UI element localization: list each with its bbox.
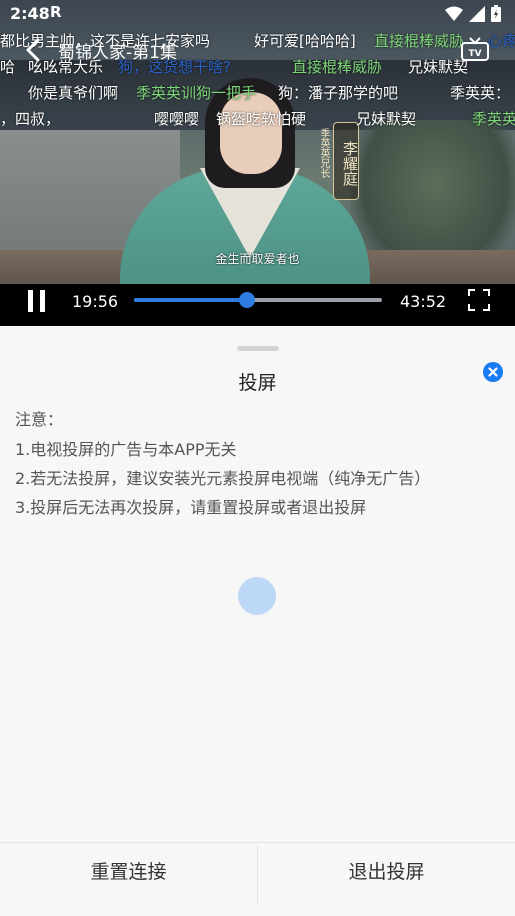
current-time: 19:56 [72,292,119,311]
back-button[interactable] [20,36,46,64]
danmaku-comment: 兄妹默契 [408,58,469,76]
notice-item: 3.投屏后无法再次投屏，请重置投屏或者退出投屏 [15,498,367,517]
battery-icon [491,5,501,22]
cast-tv-button[interactable]: TV [460,36,490,64]
seek-bar-progress [134,298,247,302]
reset-connection-button[interactable]: 重置连接 [0,843,257,903]
danmaku-comment: 你是真爷们啊 [28,84,119,102]
pause-icon-bar [40,290,45,312]
danmaku-comment: 好可爱[哈哈哈] [254,32,356,50]
danmaku-comment: 兄妹默契 [356,110,417,128]
notice-item: 2.若无法投屏，建议安装光元素投屏电视端（纯净无广告） [15,469,431,488]
fullscreen-icon [468,289,490,311]
close-button[interactable] [483,362,503,382]
pause-button[interactable] [26,290,48,314]
danmaku-comment: ，四叔， [0,110,61,128]
pause-icon-bar [28,290,33,312]
video-subtitle: 金生而取爱者也 [215,252,300,266]
sheet-footer: 重置连接 退出投屏 [0,842,515,916]
video-player[interactable]: 李耀庭 季英英兄长 金生而取爱者也 都比男主帅，这不是许七安家吗 好可爱[哈哈哈… [0,0,515,326]
svg-text:TV: TV [468,49,481,59]
sheet-drag-handle[interactable] [237,346,279,351]
notice-heading: 注意： [15,410,64,429]
danmaku-comment: 季英英训狗一把手 [136,84,257,102]
character-face [220,92,282,174]
danmaku-comment: 直接棍棒威胁 [374,32,465,50]
danmaku-comment: 直接棍棒威胁 [292,58,383,76]
danmaku-comment: 哈 [0,58,16,76]
danmaku-comment: 季英英： [450,84,511,102]
cast-sheet: 投屏 注意： 1.电视投屏的广告与本APP无关 2.若无法投屏，建议安装光元素投… [0,330,515,916]
fullscreen-button[interactable] [468,289,490,311]
total-time: 43:52 [400,292,447,311]
danmaku-comment: 狗：潘子那学的吧 [278,84,399,102]
close-icon [488,367,498,377]
status-indicator: R [50,3,62,21]
danmaku-comment: 心疼 [487,32,515,50]
character-name-subtitle: 季英英兄长 [318,128,329,178]
status-time: 2:48 [10,4,50,23]
tv-icon: TV [461,37,489,61]
notice-item: 1.电视投屏的广告与本APP无关 [15,440,237,459]
exit-cast-button[interactable]: 退出投屏 [258,843,515,903]
status-icons [445,5,501,22]
loading-spinner [238,577,276,615]
danmaku-comment: 嘤嘤嘤 [154,110,200,128]
danmaku-comment: 季英英 [472,110,515,128]
video-title: 蜀锦人家-第1集 [58,43,177,63]
seek-bar-thumb[interactable] [238,292,255,308]
player-controls: 19:56 43:52 [0,284,515,326]
wifi-icon [445,6,463,21]
chevron-left-icon [26,38,40,62]
signal-icon [469,5,485,22]
character-name-plate: 李耀庭 [333,122,359,200]
danmaku-comment: 锅盔吃软怕硬 [216,110,307,128]
status-bar: 2:48 R [0,0,515,28]
sheet-title: 投屏 [238,372,277,394]
seek-bar[interactable] [134,292,382,308]
